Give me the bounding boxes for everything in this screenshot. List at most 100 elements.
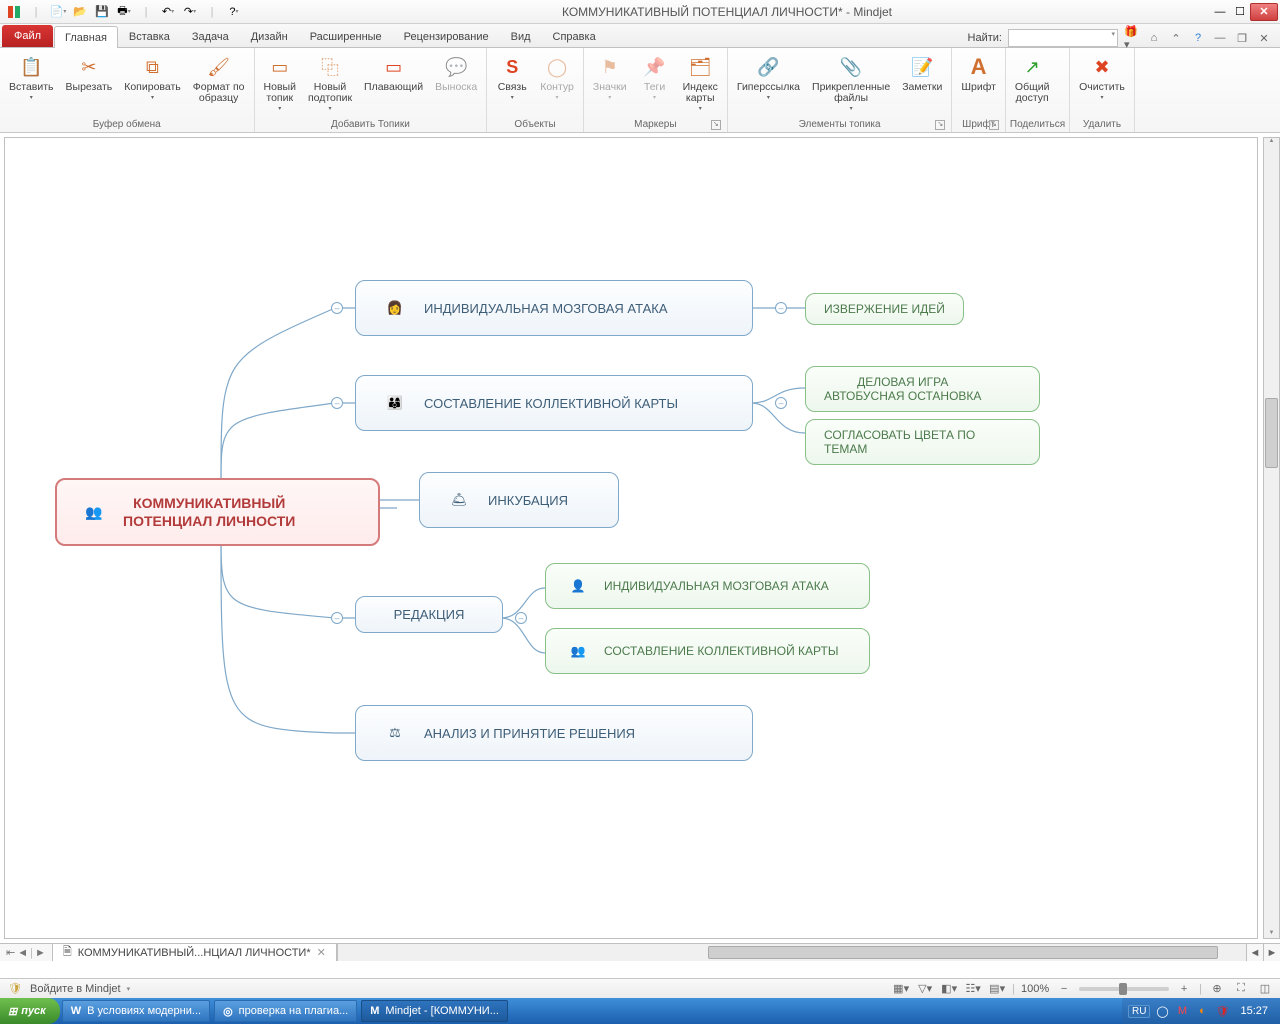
close-icon[interactable]: ✕ [1250, 3, 1278, 21]
login-prompt[interactable]: Войдите в Mindjet [30, 983, 121, 995]
fullscreen-icon[interactable]: ⛶ [1232, 981, 1250, 997]
collapse-handle[interactable]: – [331, 612, 343, 624]
scroll-down-icon[interactable]: ▼ [1264, 930, 1279, 936]
ribbon-button[interactable]: SСвязь▾ [491, 50, 533, 104]
collapse-ribbon-icon[interactable]: ⌃ [1168, 30, 1184, 46]
collapse-handle[interactable]: – [775, 302, 787, 314]
dropdown-icon[interactable]: ▾ [127, 985, 131, 993]
maximize-icon[interactable]: ☐ [1230, 3, 1250, 21]
ribbon-button[interactable]: ↗Общий доступ [1010, 50, 1055, 107]
ribbon-button[interactable]: ▭Плавающий [359, 50, 428, 96]
dialog-launcher-icon[interactable]: ↘ [711, 120, 721, 130]
zoom-in-icon[interactable]: + [1175, 981, 1193, 997]
ribbon-button[interactable]: 🗂Индекс карты▾ [678, 50, 723, 115]
taskbar-item[interactable]: ◎проверка на плагиа... [214, 1000, 357, 1022]
tray-icon[interactable]: M [1174, 1003, 1190, 1019]
grid-icon[interactable]: ▤▾ [988, 981, 1006, 997]
tab-close-icon[interactable]: ✕ [317, 946, 326, 959]
ribbon-button[interactable]: AШрифт [956, 50, 1001, 96]
tab-вид[interactable]: Вид [500, 25, 542, 47]
nav-first-icon[interactable]: ⇤ [6, 946, 15, 959]
mindmap-node-b3[interactable]: 🛎 ИНКУБАЦИЯ [419, 472, 619, 528]
tab-рецензирование[interactable]: Рецензирование [393, 25, 500, 47]
mindmap-root-node[interactable]: 👥 КОММУНИКАТИВНЫЙ ПОТЕНЦИАЛ ЛИЧНОСТИ [55, 478, 380, 546]
taskbar-item[interactable]: WВ условиях модерни... [62, 1000, 210, 1022]
scroll-up-icon[interactable]: ▲ [1264, 138, 1279, 144]
mindmap-node-b2-2[interactable]: СОГЛАСОВАТЬ ЦВЕТА ПО ТЕМАМ [805, 419, 1040, 465]
shield-icon[interactable]: 🛡 [6, 981, 24, 997]
home-icon[interactable]: ⌂ [1146, 30, 1162, 46]
ribbon-button[interactable]: 🖌Формат по образцу [188, 50, 250, 107]
zoom-out-icon[interactable]: − [1055, 981, 1073, 997]
save-icon[interactable]: 💾 [92, 3, 112, 21]
tray-icon[interactable]: ◐ [1194, 1003, 1210, 1019]
document-tab[interactable]: 🗎 КОММУНИКАТИВНЫЙ...НЦИАЛ ЛИЧНОСТИ* ✕ [53, 944, 337, 961]
vertical-scrollbar[interactable]: ▲ ▼ [1263, 137, 1280, 939]
mindmap-canvas[interactable]: 👥 КОММУНИКАТИВНЫЙ ПОТЕНЦИАЛ ЛИЧНОСТИ – 👩… [4, 137, 1258, 939]
help-icon[interactable]: ? [1190, 30, 1206, 46]
child-close-icon[interactable]: ✕ [1256, 30, 1272, 46]
ribbon-button[interactable]: 📝Заметки [897, 50, 947, 96]
start-button[interactable]: ⊞ пуск [0, 998, 60, 1024]
gift-icon[interactable]: 🎁▾ [1124, 30, 1140, 46]
dialog-launcher-icon[interactable]: ↘ [935, 120, 945, 130]
filter-icon[interactable]: ▽▾ [916, 981, 934, 997]
clock[interactable]: 15:27 [1234, 1005, 1274, 1017]
scrollbar-thumb[interactable] [708, 946, 1218, 959]
ribbon-button[interactable]: 📎Прикрепленные файлы▾ [807, 50, 895, 115]
language-indicator[interactable]: RU [1128, 1005, 1150, 1018]
minimize-icon[interactable]: — [1210, 3, 1230, 21]
tab-file[interactable]: Файл [2, 25, 53, 47]
mindmap-node-b1[interactable]: 👩 ИНДИВИДУАЛЬНАЯ МОЗГОВАЯ АТАКА [355, 280, 753, 336]
child-minimize-icon[interactable]: — [1212, 30, 1228, 46]
collapse-handle[interactable]: – [331, 397, 343, 409]
zoom-knob[interactable] [1119, 983, 1127, 995]
tab-расширенные[interactable]: Расширенные [299, 25, 393, 47]
mindmap-node-b2-1[interactable]: ДЕЛОВАЯ ИГРА АВТОБУСНАЯ ОСТАНОВКА [805, 366, 1040, 412]
highlight-icon[interactable]: ◧▾ [940, 981, 958, 997]
tray-icon[interactable]: ◯ [1154, 1003, 1170, 1019]
tab-дизайн[interactable]: Дизайн [240, 25, 299, 47]
dialog-launcher-icon[interactable]: ↘ [989, 120, 999, 130]
ribbon-button[interactable]: ✂Вырезать [61, 50, 118, 96]
collapse-handle[interactable]: – [515, 612, 527, 624]
mindmap-node-b5[interactable]: ⚖ АНАЛИЗ И ПРИНЯТИЕ РЕШЕНИЯ [355, 705, 753, 761]
ribbon-button[interactable]: ✖Очистить▾ [1074, 50, 1130, 104]
tab-главная[interactable]: Главная [54, 26, 118, 48]
mindmap-node-b1-1[interactable]: ИЗВЕРЖЕНИЕ ИДЕЙ [805, 293, 964, 325]
open-icon[interactable]: 📂 [70, 3, 90, 21]
ribbon-button[interactable]: 🔗Гиперссылка▾ [732, 50, 805, 104]
mindmap-node-b4-2[interactable]: 👥 СОСТАВЛЕНИЕ КОЛЛЕКТИВНОЙ КАРТЫ [545, 628, 870, 674]
find-input[interactable] [1008, 29, 1118, 47]
ribbon-button[interactable]: ⧉Копировать▾ [119, 50, 186, 104]
zoom-value[interactable]: 100% [1021, 983, 1049, 995]
collapse-handle[interactable]: – [331, 302, 343, 314]
scroll-right-icon[interactable]: ► [1263, 944, 1280, 961]
mindmap-node-b4-1[interactable]: 👤 ИНДИВИДУАЛЬНАЯ МОЗГОВАЯ АТАКА [545, 563, 870, 609]
collapse-handle[interactable]: – [775, 397, 787, 409]
new-icon[interactable]: 📄▾ [48, 3, 68, 21]
zoom-slider[interactable] [1079, 987, 1169, 991]
nav-next-icon[interactable]: ► [35, 947, 46, 959]
view-icon[interactable]: ▦▾ [892, 981, 910, 997]
undo-icon[interactable]: ↶▾ [158, 3, 178, 21]
nav-prev-icon[interactable]: ◄ [17, 947, 28, 959]
layers-icon[interactable]: ☷▾ [964, 981, 982, 997]
mindmap-node-b2[interactable]: 👨‍👩‍👦 СОСТАВЛЕНИЕ КОЛЛЕКТИВНОЙ КАРТЫ [355, 375, 753, 431]
mindmap-node-b4[interactable]: РЕДАКЦИЯ [355, 596, 503, 633]
ribbon-button[interactable]: ▭Новый топик▾ [259, 50, 301, 115]
tab-справка[interactable]: Справка [542, 25, 607, 47]
ribbon-button[interactable]: ⿻Новый подтопик▾ [303, 50, 357, 115]
horizontal-scrollbar[interactable] [337, 944, 1246, 961]
tab-задача[interactable]: Задача [181, 25, 240, 47]
scroll-left-icon[interactable]: ◄ [1246, 944, 1263, 961]
scrollbar-thumb[interactable] [1265, 398, 1278, 468]
tray-icon[interactable]: 🛡 [1214, 1003, 1230, 1019]
taskpane-icon[interactable]: ◫ [1256, 981, 1274, 997]
redo-icon[interactable]: ↷▾ [180, 3, 200, 21]
ribbon-button[interactable]: 📋Вставить▾ [4, 50, 59, 104]
help-dropdown-icon[interactable]: ?▾ [224, 3, 244, 21]
fit-icon[interactable]: ⊕ [1208, 981, 1226, 997]
child-restore-icon[interactable]: ❐ [1234, 30, 1250, 46]
print-icon[interactable]: 🖶▾ [114, 3, 134, 21]
